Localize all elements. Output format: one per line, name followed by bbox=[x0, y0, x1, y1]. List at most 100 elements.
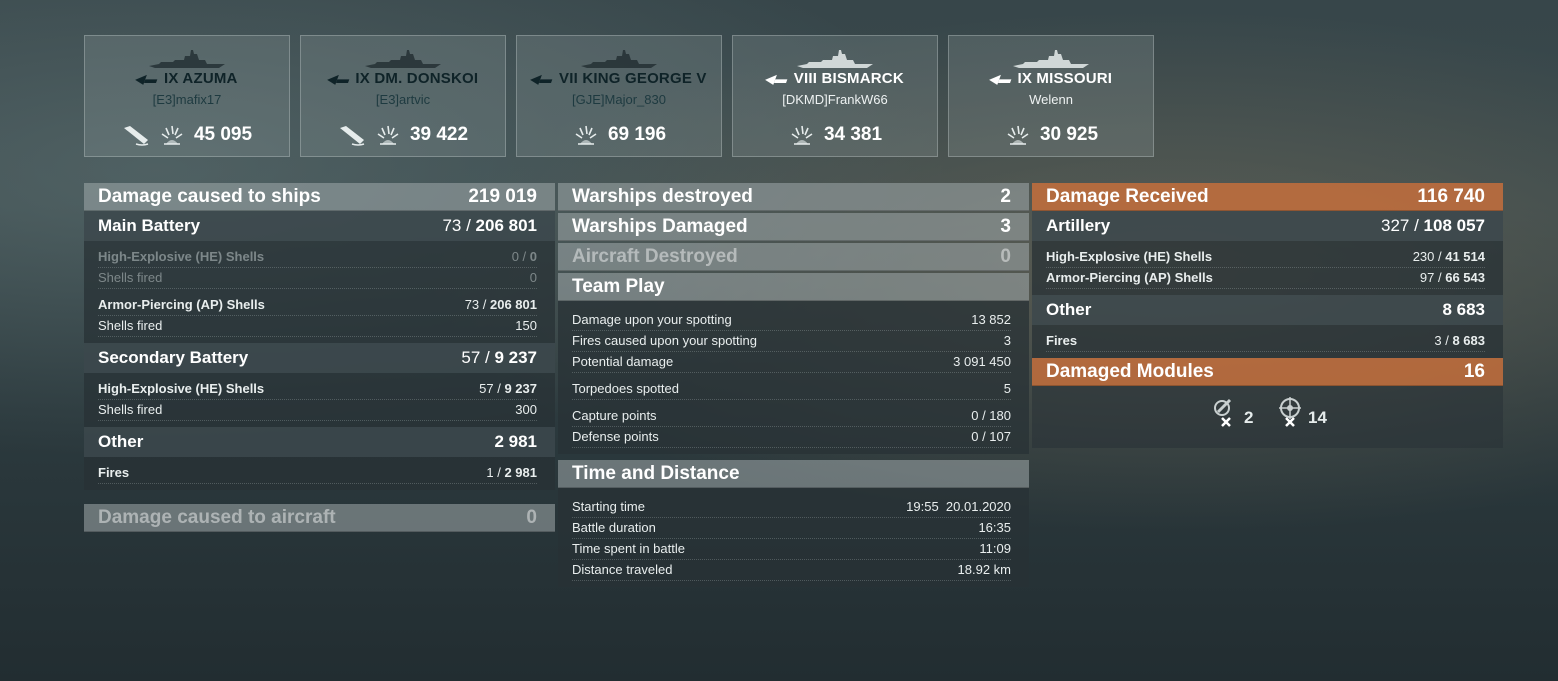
ship-stats: 45 095 bbox=[85, 124, 289, 146]
main-battery-damage: 206 801 bbox=[475, 216, 537, 235]
gun-module-count: 2 bbox=[1244, 408, 1254, 427]
damage-caused-header: Damage caused to ships 219 019 bbox=[84, 183, 555, 211]
destroyed-ships-list: ◀▬ IX AZUMA [E3]mafix17 45 095 ◀▬ IX DM. DONS… bbox=[84, 35, 1154, 157]
sunk-ship-icon bbox=[338, 124, 366, 146]
he-shells-fired-row: Shells fired 0 bbox=[98, 268, 537, 289]
damage-received-panel: Damage Received 116 740 Artillery 327 / … bbox=[1032, 183, 1503, 448]
ship-card[interactable]: ◀▬ VIII BISMARCK [DKMD]FrankW66 34 381 bbox=[732, 35, 938, 157]
player-name: [E3]artvic bbox=[375, 92, 431, 107]
ship-damage-value: 39 422 bbox=[409, 124, 469, 145]
he-shells-row: High-Explosive (HE) Shells 0 / 0 bbox=[98, 247, 537, 268]
other-damage-row: Other 2 981 bbox=[84, 427, 555, 457]
player-name: Welenn bbox=[1029, 92, 1073, 107]
damage-caused-title: Damage caused to ships bbox=[98, 185, 321, 207]
damage-caused-total: 219 019 bbox=[468, 185, 537, 207]
ship-name: ◀▬ IX AZUMA bbox=[85, 70, 289, 87]
received-other-details: Fires 3 / 8 683 bbox=[1032, 325, 1503, 358]
ship-damage-value: 45 095 bbox=[193, 124, 253, 145]
secondary-fired-row: Shells fired 300 bbox=[98, 400, 537, 421]
artillery-details: High-Explosive (HE) Shells 230 / 41 514 … bbox=[1032, 241, 1503, 295]
received-fires-row: Fires 3 / 8 683 bbox=[1046, 331, 1485, 352]
battle-duration-row: Battle duration 16:35 bbox=[572, 518, 1011, 539]
fires-row: Fires 1 / 2 981 bbox=[98, 463, 537, 484]
secondary-he-row: High-Explosive (HE) Shells 57 / 9 237 bbox=[98, 379, 537, 400]
damage-burst-icon bbox=[1004, 124, 1032, 146]
damage-burst-icon bbox=[788, 124, 816, 146]
steering-module-count: 14 bbox=[1308, 408, 1327, 427]
ship-card[interactable]: ◀▬ IX AZUMA [E3]mafix17 45 095 bbox=[84, 35, 290, 157]
capture-points-row: Capture points 0 / 180 bbox=[572, 406, 1011, 427]
aircraft-destroyed-header: Aircraft Destroyed 0 bbox=[558, 243, 1029, 271]
damage-to-aircraft-header: Damage caused to aircraft 0 bbox=[84, 504, 555, 532]
main-battery-details: High-Explosive (HE) Shells 0 / 0 Shells … bbox=[84, 241, 555, 343]
ship-silhouette-icon bbox=[1013, 50, 1089, 68]
ship-card[interactable]: ◀▬ VII KING GEORGE V [GJE]Major_830 69 196 bbox=[516, 35, 722, 157]
ship-class-flag-icon: ◀▬ bbox=[763, 72, 791, 86]
ship-class-flag-icon: ◀▬ bbox=[987, 72, 1015, 86]
ship-class-flag-icon: ◀▬ bbox=[528, 72, 556, 86]
main-battery-hits: 73 bbox=[442, 216, 462, 235]
ship-name-text: VIII BISMARCK bbox=[793, 70, 904, 87]
warships-damaged-header: Warships Damaged 3 bbox=[558, 213, 1029, 241]
main-battery-row: Main Battery 73 / 206 801 bbox=[84, 211, 555, 241]
sunk-ship-icon bbox=[122, 124, 150, 146]
team-play-header: Team Play bbox=[558, 273, 1029, 301]
defense-points-row: Defense points 0 / 107 bbox=[572, 427, 1011, 448]
ship-stats: 30 925 bbox=[949, 124, 1153, 146]
damaged-modules-header: Damaged Modules 16 bbox=[1032, 358, 1503, 386]
secondary-battery-details: High-Explosive (HE) Shells 57 / 9 237 Sh… bbox=[84, 373, 555, 427]
ship-name-text: IX DM. DONSKOI bbox=[355, 70, 479, 87]
ap-shells-row: Armor-Piercing (AP) Shells 73 / 206 801 bbox=[98, 295, 537, 316]
ship-stats: 39 422 bbox=[301, 124, 505, 146]
ship-card[interactable]: ◀▬ IX DM. DONSKOI [E3]artvic 39 422 bbox=[300, 35, 506, 157]
damage-burst-icon bbox=[158, 124, 186, 146]
torpedoes-spotted-row: Torpedoes spotted 5 bbox=[572, 379, 1011, 400]
ship-silhouette-icon bbox=[149, 50, 225, 68]
starting-time-row: Starting time 19:55 20.01.2020 bbox=[572, 497, 1011, 518]
player-name: [GJE]Major_830 bbox=[572, 92, 666, 107]
time-distance-details: Starting time 19:55 20.01.2020 Battle dur… bbox=[558, 488, 1029, 587]
module-guns: 2 bbox=[1210, 396, 1253, 428]
warships-destroyed-header: Warships destroyed 2 bbox=[558, 183, 1029, 211]
spotting-damage-row: Damage upon your spotting 13 852 bbox=[572, 310, 1011, 331]
secondary-battery-row: Secondary Battery 57 / 9 237 bbox=[84, 343, 555, 373]
damaged-modules: 2 14 bbox=[1032, 386, 1503, 448]
damage-received-header: Damage Received 116 740 bbox=[1032, 183, 1503, 211]
ship-silhouette-icon bbox=[581, 50, 657, 68]
ship-name-text: IX MISSOURI bbox=[1017, 70, 1113, 87]
ship-damage-value: 34 381 bbox=[823, 124, 883, 145]
potential-damage-row: Potential damage 3 091 450 bbox=[572, 352, 1011, 373]
damage-burst-icon bbox=[572, 124, 600, 146]
ship-damage-value: 30 925 bbox=[1039, 124, 1099, 145]
ship-name: ◀▬ IX MISSOURI bbox=[949, 70, 1153, 87]
ship-silhouette-icon bbox=[365, 50, 441, 68]
damage-burst-icon bbox=[374, 124, 402, 146]
other-damage-details: Fires 1 / 2 981 bbox=[84, 457, 555, 490]
summary-panel: Warships destroyed 2 Warships Damaged 3 … bbox=[558, 183, 1029, 587]
ship-name: ◀▬ VII KING GEORGE V bbox=[517, 70, 721, 87]
steering-gear-icon bbox=[1279, 397, 1301, 427]
team-play-details: Damage upon your spotting 13 852 Fires ca… bbox=[558, 301, 1029, 454]
received-ap-row: Armor-Piercing (AP) Shells 97 / 66 543 bbox=[1046, 268, 1485, 289]
ship-stats: 34 381 bbox=[733, 124, 937, 146]
ship-name: ◀▬ IX DM. DONSKOI bbox=[301, 70, 505, 87]
ship-class-flag-icon: ◀▬ bbox=[325, 72, 352, 86]
spotting-fires-row: Fires caused upon your spotting 3 bbox=[572, 331, 1011, 352]
damage-caused-panel: Damage caused to ships 219 019 Main Batt… bbox=[84, 183, 555, 532]
gun-module-icon bbox=[1214, 398, 1232, 427]
distance-row: Distance traveled 18.92 km bbox=[572, 560, 1011, 581]
ship-card[interactable]: ◀▬ IX MISSOURI Welenn 30 925 bbox=[948, 35, 1154, 157]
player-name: [DKMD]FrankW66 bbox=[782, 92, 888, 107]
ap-shells-fired-row: Shells fired 150 bbox=[98, 316, 537, 337]
ship-class-flag-icon: ◀▬ bbox=[133, 72, 161, 86]
artillery-row: Artillery 327 / 108 057 bbox=[1032, 211, 1503, 241]
main-battery-label: Main Battery bbox=[98, 216, 201, 235]
module-steering: 14 bbox=[1274, 396, 1327, 428]
ship-name-text: IX AZUMA bbox=[164, 70, 238, 87]
received-other-row: Other 8 683 bbox=[1032, 295, 1503, 325]
ship-stats: 69 196 bbox=[517, 124, 721, 146]
ship-name: ◀▬ VIII BISMARCK bbox=[733, 70, 937, 87]
player-name: [E3]mafix17 bbox=[152, 92, 222, 107]
time-distance-header: Time and Distance bbox=[558, 460, 1029, 488]
ship-name-text: VII KING GEORGE V bbox=[559, 70, 707, 87]
